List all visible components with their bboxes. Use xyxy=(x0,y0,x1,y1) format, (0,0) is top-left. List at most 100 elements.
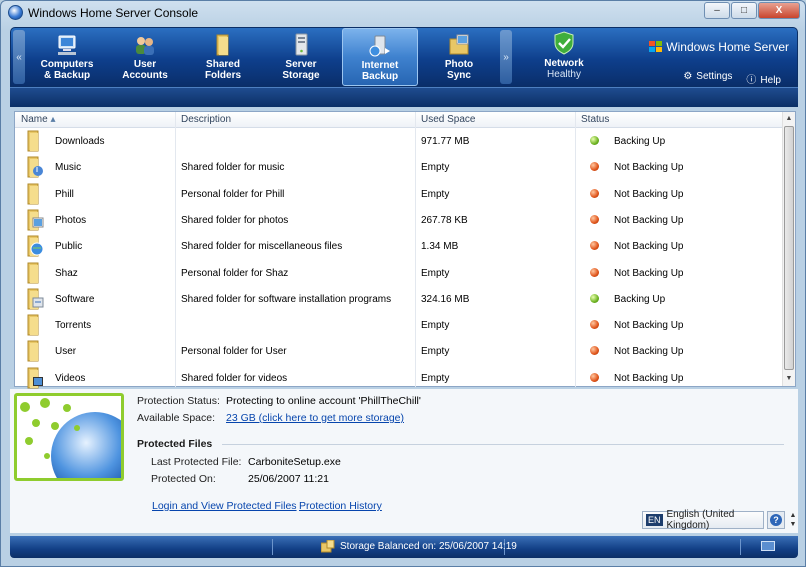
table-row[interactable]: Shaz Personal folder for Shaz Empty Not Bac… xyxy=(15,260,783,286)
users-icon xyxy=(136,37,154,55)
folder-used-space: 267.78 KB xyxy=(421,214,468,226)
language-code: EN xyxy=(646,514,663,526)
status-divider xyxy=(740,539,741,555)
folder-icon xyxy=(216,34,229,56)
folder-used-space: Empty xyxy=(421,188,450,200)
available-space-link[interactable]: 23 GB (click here to get more storage) xyxy=(226,412,404,424)
protected-on-label: Protected On: xyxy=(151,473,216,485)
nav-scroll-left-button[interactable]: « xyxy=(13,30,25,84)
tab-label-line1: Computers xyxy=(40,59,94,70)
network-health: Healthy xyxy=(547,69,581,80)
not-backing-up-status-icon xyxy=(590,346,599,356)
folder-name: Software xyxy=(55,293,95,305)
not-backing-up-status-icon xyxy=(590,214,599,224)
server-icon xyxy=(295,33,308,56)
column-header-used-space[interactable]: Used Space xyxy=(421,114,475,125)
maximize-button[interactable]: □ xyxy=(731,2,757,19)
tab-user-accounts[interactable]: User Accounts xyxy=(107,28,183,86)
table-row[interactable]: User Personal folder for User Empty Not Bac… xyxy=(15,338,783,364)
app-window: Windows Home Server Console – □ X « Comp… xyxy=(0,0,806,567)
folder-backup-status: Not Backing Up xyxy=(614,346,684,358)
folder-name: Music xyxy=(55,162,82,174)
minimize-button[interactable]: – xyxy=(704,2,730,19)
table-row[interactable]: Videos Shared folder for videos Empty Not B… xyxy=(15,365,783,391)
folder-icon xyxy=(27,314,39,336)
available-space-label: Available Space: xyxy=(137,412,216,424)
table-row[interactable]: Software Shared folder for software insta… xyxy=(15,286,783,312)
column-header-name[interactable]: Name ▴ xyxy=(21,114,56,125)
nav-scroll-right-button[interactable]: » xyxy=(500,30,512,84)
video-folder-icon xyxy=(27,367,43,389)
language-spinner[interactable]: ▲ ▼ xyxy=(788,511,798,529)
tab-label-line2: Folders xyxy=(204,70,242,81)
photos-folder-icon xyxy=(27,209,44,231)
folder-description: Shared folder for photos xyxy=(181,214,289,226)
tray-monitor-icon[interactable] xyxy=(761,541,775,551)
scroll-down-button[interactable]: ▼ xyxy=(783,372,795,385)
settings-link[interactable]: ⚙ Settings xyxy=(683,71,732,86)
tab-photo-sync[interactable]: Photo Sync xyxy=(421,28,497,86)
storage-balanced-icon xyxy=(321,540,335,553)
settings-label: Settings xyxy=(696,71,733,82)
not-backing-up-status-icon xyxy=(590,372,599,382)
table-row[interactable]: Photos Shared folder for photos 267.78 KB N… xyxy=(15,207,783,233)
close-button[interactable]: X xyxy=(758,2,800,19)
protected-on-value: 25/06/2007 11:21 xyxy=(248,473,329,485)
not-backing-up-status-icon xyxy=(590,267,599,277)
tab-label-line2: Storage xyxy=(282,70,320,81)
login-view-protected-files-link[interactable]: Login and View Protected Files xyxy=(152,500,297,512)
folder-name: User xyxy=(55,346,77,358)
language-selector[interactable]: EN English (United Kingdom) xyxy=(642,509,764,531)
details-pane: Protection Status: Protecting to online … xyxy=(10,389,798,533)
folder-backup-status: Not Backing Up xyxy=(614,188,684,200)
table-row[interactable]: Public Shared folder for miscellaneous fi… xyxy=(15,233,783,259)
section-divider xyxy=(222,444,784,445)
folder-icon xyxy=(27,183,39,205)
tab-shared-folders[interactable]: Shared Folders xyxy=(185,28,261,86)
scroll-thumb[interactable] xyxy=(784,126,794,370)
scroll-up-button[interactable]: ▲ xyxy=(783,112,795,125)
tab-computers-backup[interactable]: Computers & Backup xyxy=(29,28,105,86)
table-row[interactable]: Phill Personal folder for Phill Empty Not B… xyxy=(15,181,783,207)
help-link[interactable]: ⓘ Help xyxy=(746,71,781,86)
gear-icon: ⚙ xyxy=(683,71,693,82)
computer-icon xyxy=(58,35,76,55)
table-scrollbar[interactable]: ▲ ▼ xyxy=(782,112,795,386)
table-header: Name ▴ Description Used Space Status xyxy=(15,112,783,128)
tab-label-line1: Shared xyxy=(206,59,240,70)
folder-used-space: 971.77 MB xyxy=(421,136,470,147)
folder-used-space: 1.34 MB xyxy=(421,241,459,253)
table-row[interactable]: Downloads 971.77 MB Backing Up xyxy=(15,128,783,154)
home-server-icon xyxy=(8,5,23,20)
storage-balanced-status: Storage Balanced on: 25/06/2007 14:19 xyxy=(340,541,517,552)
table-row[interactable]: Music Shared folder for music Empty Not Bac… xyxy=(15,154,783,180)
folder-description: Shared folder for videos xyxy=(181,372,288,384)
folder-icon xyxy=(27,262,39,283)
tab-server-storage[interactable]: Server Storage xyxy=(263,28,339,86)
tab-label-line1: User xyxy=(133,59,157,70)
folder-name: Phill xyxy=(55,188,74,200)
protection-history-link[interactable]: Protection History xyxy=(299,500,382,512)
column-header-status[interactable]: Status xyxy=(581,114,609,125)
folder-description: Shared folder for software installation … xyxy=(181,293,392,305)
language-help-button[interactable]: ? xyxy=(767,511,785,529)
tab-internet-backup[interactable]: Internet Backup xyxy=(342,28,418,86)
table-row[interactable]: Torrents Empty Not Backing Up xyxy=(15,312,783,338)
music-folder-icon xyxy=(27,156,43,178)
tab-label-line1: Photo xyxy=(444,59,474,70)
last-protected-file-value: CarboniteSetup.exe xyxy=(248,456,341,468)
language-name: English (United Kingdom) xyxy=(666,509,735,531)
folder-description: Personal folder for User xyxy=(181,346,287,358)
tab-label-line1: Server xyxy=(285,59,317,70)
column-header-description[interactable]: Description xyxy=(181,114,231,125)
folder-backup-status: Not Backing Up xyxy=(614,320,684,332)
last-protected-file-label: Last Protected File: xyxy=(151,456,242,468)
help-icon: ? xyxy=(770,514,782,526)
network-status[interactable]: Network Healthy xyxy=(525,30,603,80)
title-bar[interactable]: Windows Home Server Console – □ X xyxy=(1,1,805,25)
spin-up-icon: ▲ xyxy=(789,512,797,519)
status-bar: Storage Balanced on: 25/06/2007 14:19 xyxy=(10,536,798,558)
network-label: Network xyxy=(544,58,584,69)
not-backing-up-status-icon xyxy=(590,188,599,198)
folder-backup-status: Not Backing Up xyxy=(614,267,684,279)
